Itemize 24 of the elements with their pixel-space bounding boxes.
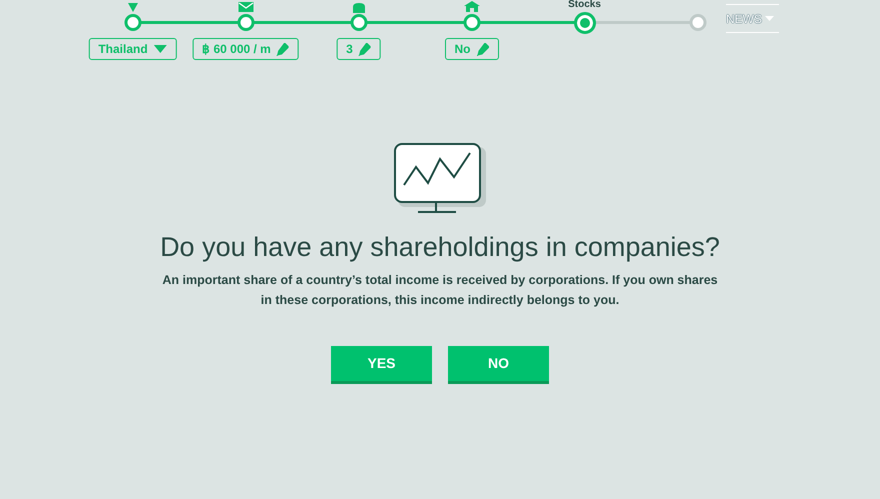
answer-edit-button[interactable]: No [444, 38, 498, 60]
step-marker[interactable] [350, 14, 367, 31]
monitor-chart-icon [394, 143, 486, 215]
pencil-icon [358, 42, 371, 56]
country-dropdown[interactable]: Thailand [88, 38, 177, 60]
pencil-icon [476, 42, 488, 56]
caret-icon [154, 45, 167, 53]
step-marker[interactable] [463, 14, 480, 31]
answer-button[interactable]: NO [448, 346, 549, 384]
step-marker[interactable] [237, 14, 254, 31]
news-menu-button[interactable]: NEWS [726, 4, 779, 33]
answer-edit-button[interactable]: ฿ 60 000 / m [192, 38, 299, 60]
house-icon [464, 0, 480, 13]
answer-edit-button[interactable]: 3 [336, 38, 381, 60]
step-marker[interactable] [689, 14, 706, 31]
caret-icon [765, 16, 774, 21]
question-heading: Do you have any shareholdings in companies? [160, 231, 720, 264]
pencil-icon [276, 42, 289, 56]
step-label: Stocks [567, 0, 602, 10]
step-marker[interactable] [124, 14, 141, 31]
envelope-icon [238, 0, 254, 13]
question-description: An important share of a country’s total income is received by corporations. If you own shares in these corporations, this income indirectly belongs to you. [161, 272, 719, 309]
answer-button[interactable]: YES [331, 346, 432, 384]
step-marker[interactable] [574, 12, 596, 34]
